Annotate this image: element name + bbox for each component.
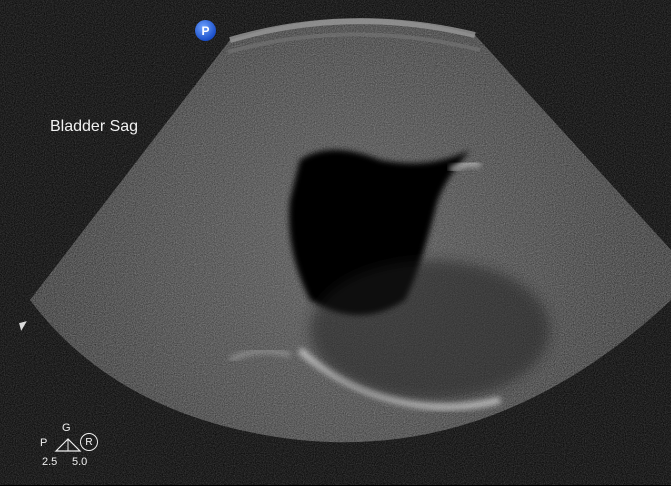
triangle-icon [54,438,82,452]
image-label: Bladder Sag [50,118,139,135]
value-right: 5.0 [72,456,88,468]
right-letter: R [80,433,98,451]
value-left: 2.5 [42,456,58,468]
probe-orientation-marker: P [195,20,216,41]
gain-letter: G [62,422,71,434]
left-letter: P [40,437,48,449]
ultrasound-image [30,18,671,443]
